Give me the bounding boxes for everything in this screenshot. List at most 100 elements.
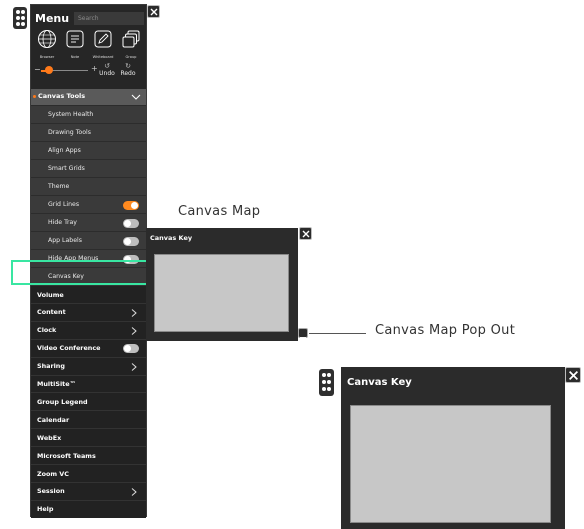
menu-item-zoom-vc[interactable]: Zoom VC <box>31 464 146 482</box>
toggle-switch[interactable] <box>123 236 139 246</box>
redo-button[interactable]: ↻ Redo <box>120 62 136 78</box>
popout-icon <box>300 337 306 343</box>
whiteboard-tool-button[interactable]: Whiteboard <box>91 29 115 59</box>
menu-item-session[interactable]: Session <box>31 481 146 500</box>
whiteboard-tool-label: Whiteboard <box>92 55 114 59</box>
menu-item-content[interactable]: Content <box>31 302 146 321</box>
sub-item-label: Grid Lines <box>48 200 80 208</box>
canvas-key-highlight <box>11 260 165 285</box>
menu-item-video-conference[interactable]: Video Conference <box>31 338 146 357</box>
menu-item-multisite[interactable]: MultiSite™ <box>31 374 146 393</box>
menu-item-label: Volume <box>37 290 64 299</box>
sub-item-theme[interactable]: Theme <box>31 177 146 195</box>
sub-item-grid-lines[interactable]: Grid Lines <box>31 195 146 213</box>
canvas-tools-label: Canvas Tools <box>38 92 86 100</box>
menu-item-label: Session <box>37 487 65 496</box>
redo-label: Redo <box>120 70 136 77</box>
canvas-map-close-button[interactable] <box>299 227 312 240</box>
popout-map-view[interactable] <box>350 405 551 523</box>
menu-item-label: Help <box>37 505 54 514</box>
popout-leader-line <box>309 333 366 334</box>
menu-drag-handle[interactable] <box>13 7 27 29</box>
popout-close-button[interactable] <box>565 367 581 383</box>
sub-item-label: Smart Grids <box>48 164 85 172</box>
note-tool-button[interactable]: Note <box>63 29 87 59</box>
menu-item-label: Zoom VC <box>37 469 69 478</box>
canvas-tools-section-header[interactable]: Canvas Tools <box>31 89 146 105</box>
toggle-knob <box>124 345 131 353</box>
chevron-down-icon <box>131 94 141 100</box>
menu-item-label: MultiSite™ <box>37 380 76 388</box>
menu-item-label: Sharing <box>37 362 65 371</box>
sub-item-drawing-tools[interactable]: Drawing Tools <box>31 123 146 141</box>
chevron-right-icon <box>131 488 137 496</box>
menu-item-sharing[interactable]: Sharing <box>31 356 146 375</box>
close-icon <box>302 230 309 237</box>
toggle-knob <box>124 237 131 245</box>
chevron-right-icon <box>131 326 137 335</box>
sub-item-align-apps[interactable]: Align Apps <box>31 141 146 159</box>
browser-tool-label: Browser <box>39 55 55 59</box>
canvas-map-view[interactable] <box>154 254 289 332</box>
toggle-switch[interactable] <box>123 218 139 228</box>
canvas-map-panel: Canvas Key <box>146 228 298 341</box>
active-dot-icon <box>33 95 36 98</box>
sub-item-label: Theme <box>48 182 70 190</box>
close-icon <box>150 8 157 15</box>
close-icon <box>568 370 578 380</box>
note-tool-label: Note <box>70 55 80 59</box>
menu-item-calendar[interactable]: Calendar <box>31 410 146 429</box>
group-tool-label: Group <box>125 55 137 59</box>
canvas-map-caption: Canvas Map <box>178 204 261 219</box>
globe-icon <box>38 30 56 48</box>
menu-item-microsoft-teams[interactable]: Microsoft Teams <box>31 446 146 465</box>
menu-item-clock[interactable]: Clock <box>31 320 146 339</box>
zoom-slider-handle[interactable] <box>45 66 54 74</box>
menu-item-help[interactable]: Help <box>31 499 146 518</box>
undo-button[interactable]: ↺ Undo <box>99 62 115 78</box>
sub-item-label: App Labels <box>48 236 82 244</box>
sub-item-label: Align Apps <box>48 146 81 154</box>
note-icon <box>66 30 84 48</box>
sub-item-system-health[interactable]: System Health <box>31 105 146 123</box>
sub-item-smart-grids[interactable]: Smart Grids <box>31 159 146 177</box>
group-tool-button[interactable]: Group <box>119 29 143 59</box>
menu-item-label: Content <box>37 308 66 317</box>
sub-item-app-labels[interactable]: App Labels <box>31 231 146 249</box>
sub-item-label: System Health <box>48 110 94 118</box>
whiteboard-icon <box>94 30 112 48</box>
chevron-right-icon <box>131 309 137 317</box>
zoom-in-button[interactable]: + <box>91 64 98 73</box>
menu-close-button[interactable] <box>147 5 160 18</box>
menu-item-label: WebEx <box>37 433 62 442</box>
menu-item-volume[interactable]: Volume <box>31 285 146 303</box>
popout-drag-handle[interactable] <box>319 369 334 396</box>
menu-item-label: Microsoft Teams <box>37 451 96 460</box>
toggle-switch[interactable] <box>123 344 139 354</box>
menu-item-label: Clock <box>37 326 57 335</box>
menu-item-label: Group Legend <box>37 397 88 406</box>
menu-title: Menu <box>35 12 70 25</box>
canvas-map-popout-button[interactable] <box>298 328 308 343</box>
browser-tool-button[interactable]: Browser <box>35 29 59 59</box>
search-input[interactable] <box>74 12 144 25</box>
undo-icon: ↺ <box>104 62 110 70</box>
toggle-knob <box>131 201 138 209</box>
canvas-map-popout-caption: Canvas Map Pop Out <box>375 323 516 338</box>
chevron-right-icon <box>131 362 137 371</box>
popout-panel: Canvas Key <box>341 367 565 529</box>
canvas-map-title: Canvas Key <box>150 234 193 242</box>
sub-item-hide-tray[interactable]: Hide Tray <box>31 213 146 231</box>
menu-item-label: Calendar <box>37 415 70 424</box>
toggle-switch[interactable] <box>123 200 139 210</box>
sub-item-label: Drawing Tools <box>48 128 91 136</box>
menu-item-group-legend[interactable]: Group Legend <box>31 392 146 411</box>
redo-icon: ↻ <box>125 62 131 70</box>
group-icon <box>122 30 140 48</box>
menu-item-webex[interactable]: WebEx <box>31 428 146 447</box>
sub-item-label: Hide Tray <box>48 218 77 226</box>
zoom-out-button[interactable]: − <box>34 65 41 74</box>
undo-label: Undo <box>99 70 115 77</box>
menu-item-label: Video Conference <box>37 344 101 353</box>
toggle-knob <box>124 219 131 227</box>
